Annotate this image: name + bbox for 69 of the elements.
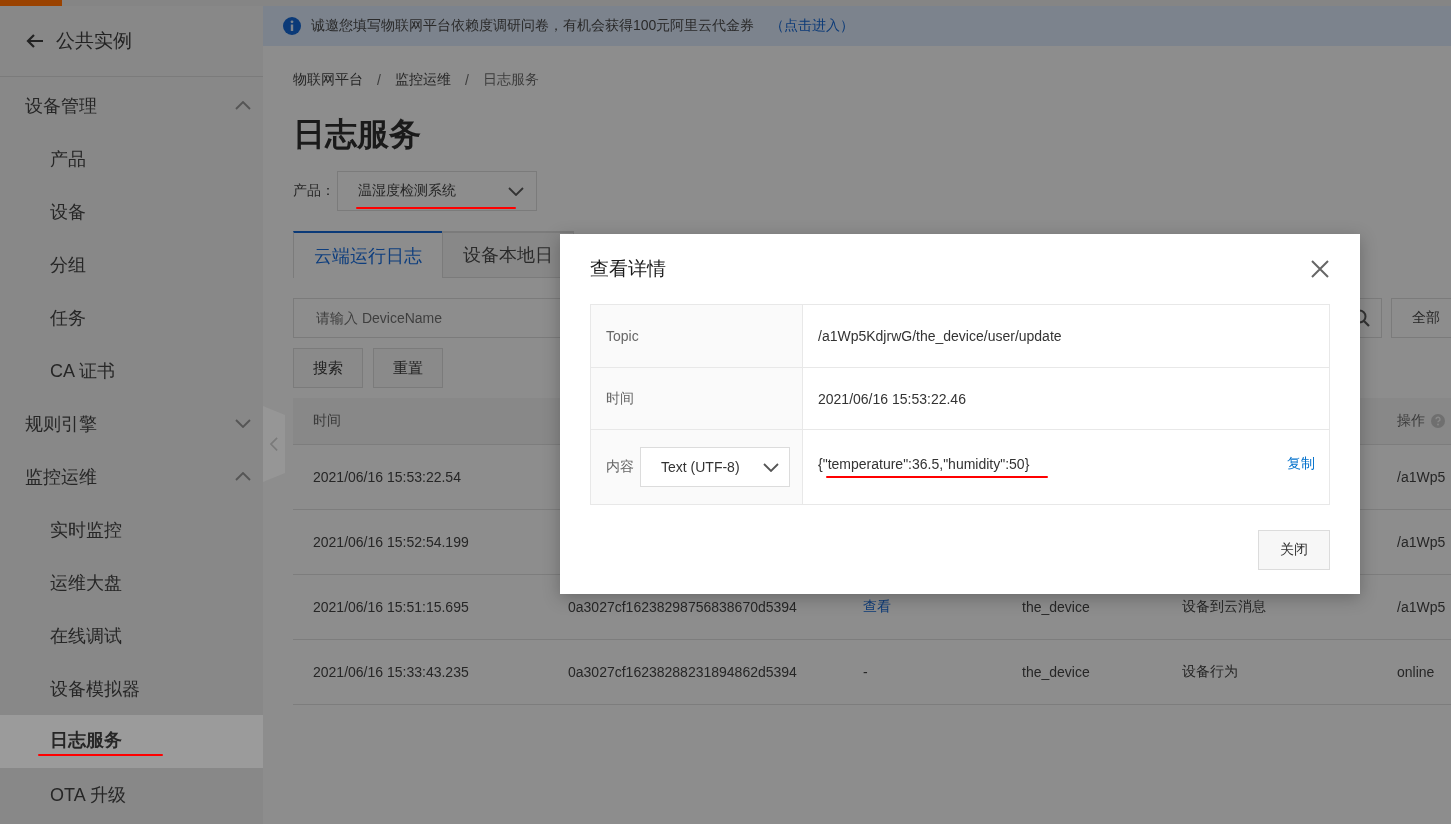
table-cell-text: the_device [1021, 664, 1091, 680]
sidebar-item[interactable]: 运维大盘 [0, 556, 263, 609]
breadcrumb-link[interactable]: 监控运维 [394, 71, 451, 89]
table-cell-text: 2021/06/16 15:53:22.54 [312, 469, 462, 485]
breadcrumb-link[interactable]: 日志服务 [482, 71, 539, 89]
tab[interactable]: 云端运行日志 [293, 231, 443, 278]
column-header: 时间 [312, 412, 342, 430]
sidebar-item[interactable]: 产品 [0, 132, 263, 185]
sidebar-item[interactable]: OTA 升级 [0, 768, 263, 821]
detail-value: {"temperature":36.5,"humidity":50} [818, 456, 1031, 472]
table-cell-text: the_device [1021, 599, 1091, 615]
product-label: 产品： [293, 182, 335, 200]
copy-link[interactable]: 复制 [1287, 455, 1315, 473]
format-select[interactable]: Text (UTF-8) [640, 447, 790, 487]
sidebar-item[interactable]: 实时监控 [0, 503, 263, 556]
status-select[interactable]: 全部 [1391, 298, 1451, 338]
close-button[interactable] [1310, 259, 1330, 279]
dialog-title: 查看详情 [590, 257, 666, 281]
page-title: 日志服务 [293, 115, 422, 154]
chevron-icon [235, 101, 251, 110]
chevron-icon [235, 419, 251, 428]
table-cell-text: - [862, 664, 869, 680]
back-arrow-icon[interactable] [26, 33, 44, 49]
sidebar-item[interactable]: 分组 [0, 238, 263, 291]
form-button[interactable]: 重置 [373, 348, 443, 388]
table-cell-text: 设备到云消息 [1181, 598, 1267, 616]
table-cell-text: 2021/06/16 15:33:43.235 [312, 664, 470, 680]
product-select[interactable]: 温湿度检测系统 [337, 171, 537, 211]
sidebar-group[interactable]: 设备管理 [0, 79, 263, 132]
column-header: 操作 [1397, 412, 1425, 430]
accent-bar [0, 0, 62, 6]
breadcrumb-link[interactable]: 物联网平台 [293, 71, 363, 89]
breadcrumb-separator: / [377, 72, 381, 88]
sidebar-item[interactable]: 设备 [0, 185, 263, 238]
detail-label: 内容 [606, 458, 634, 476]
sidebar-item[interactable]: 日志服务 [0, 715, 263, 768]
caret-icon [763, 462, 779, 472]
sidebar-group[interactable]: 规则引擎 [0, 397, 263, 450]
back-label[interactable]: 公共实例 [56, 28, 132, 54]
table-cell-text: 设备行为 [1181, 663, 1239, 681]
info-icon [283, 17, 301, 35]
sidebar-group[interactable]: 监控运维 [0, 450, 263, 503]
table-cell-text: 2021/06/16 15:51:15.695 [312, 599, 470, 615]
banner-link[interactable]: （点击进入） [770, 17, 855, 35]
table-cell-text: 2021/06/16 15:52:54.199 [312, 534, 470, 550]
table-cell-text: 0a3027cf16238298756838670d5394 [567, 599, 798, 615]
table-cell-text: online [1396, 664, 1436, 680]
sidebar-item[interactable]: 在线调试 [0, 609, 263, 662]
view-link[interactable]: 查看 [863, 598, 891, 616]
form-button[interactable]: 搜索 [293, 348, 363, 388]
caret-icon [508, 186, 524, 196]
tab[interactable]: 设备本地日 [442, 231, 574, 278]
search-input[interactable]: 请输入 DeviceName [314, 309, 1351, 327]
detail-value: 2021/06/16 15:53:22.46 [818, 390, 966, 407]
sidebar-item[interactable]: 设备模拟器 [0, 662, 263, 715]
banner-text: 诚邀您填写物联网平台依赖度调研问卷，有机会获得100元阿里云代金券 [311, 17, 755, 35]
detail-label: 时间 [606, 389, 634, 408]
table-cell-text: /a1Wp5 [1396, 599, 1447, 615]
detail-label: Topic [606, 328, 639, 344]
close-dialog-button[interactable]: 关闭 [1258, 529, 1330, 570]
sidebar-item[interactable]: 任务 [0, 291, 263, 344]
table-cell-text: 0a3027cf16238288231894862d5394 [567, 664, 798, 680]
detail-value: /a1Wp5KdjrwG/the_device/user/update [818, 328, 1062, 344]
sidebar-item[interactable]: CA 证书 [0, 344, 263, 397]
table-cell-text: /a1Wp5 [1396, 469, 1447, 485]
table-cell-text: /a1Wp5 [1396, 534, 1447, 550]
chevron-icon [235, 472, 251, 481]
breadcrumb-separator: / [464, 72, 469, 88]
chevron-icon [270, 436, 278, 452]
